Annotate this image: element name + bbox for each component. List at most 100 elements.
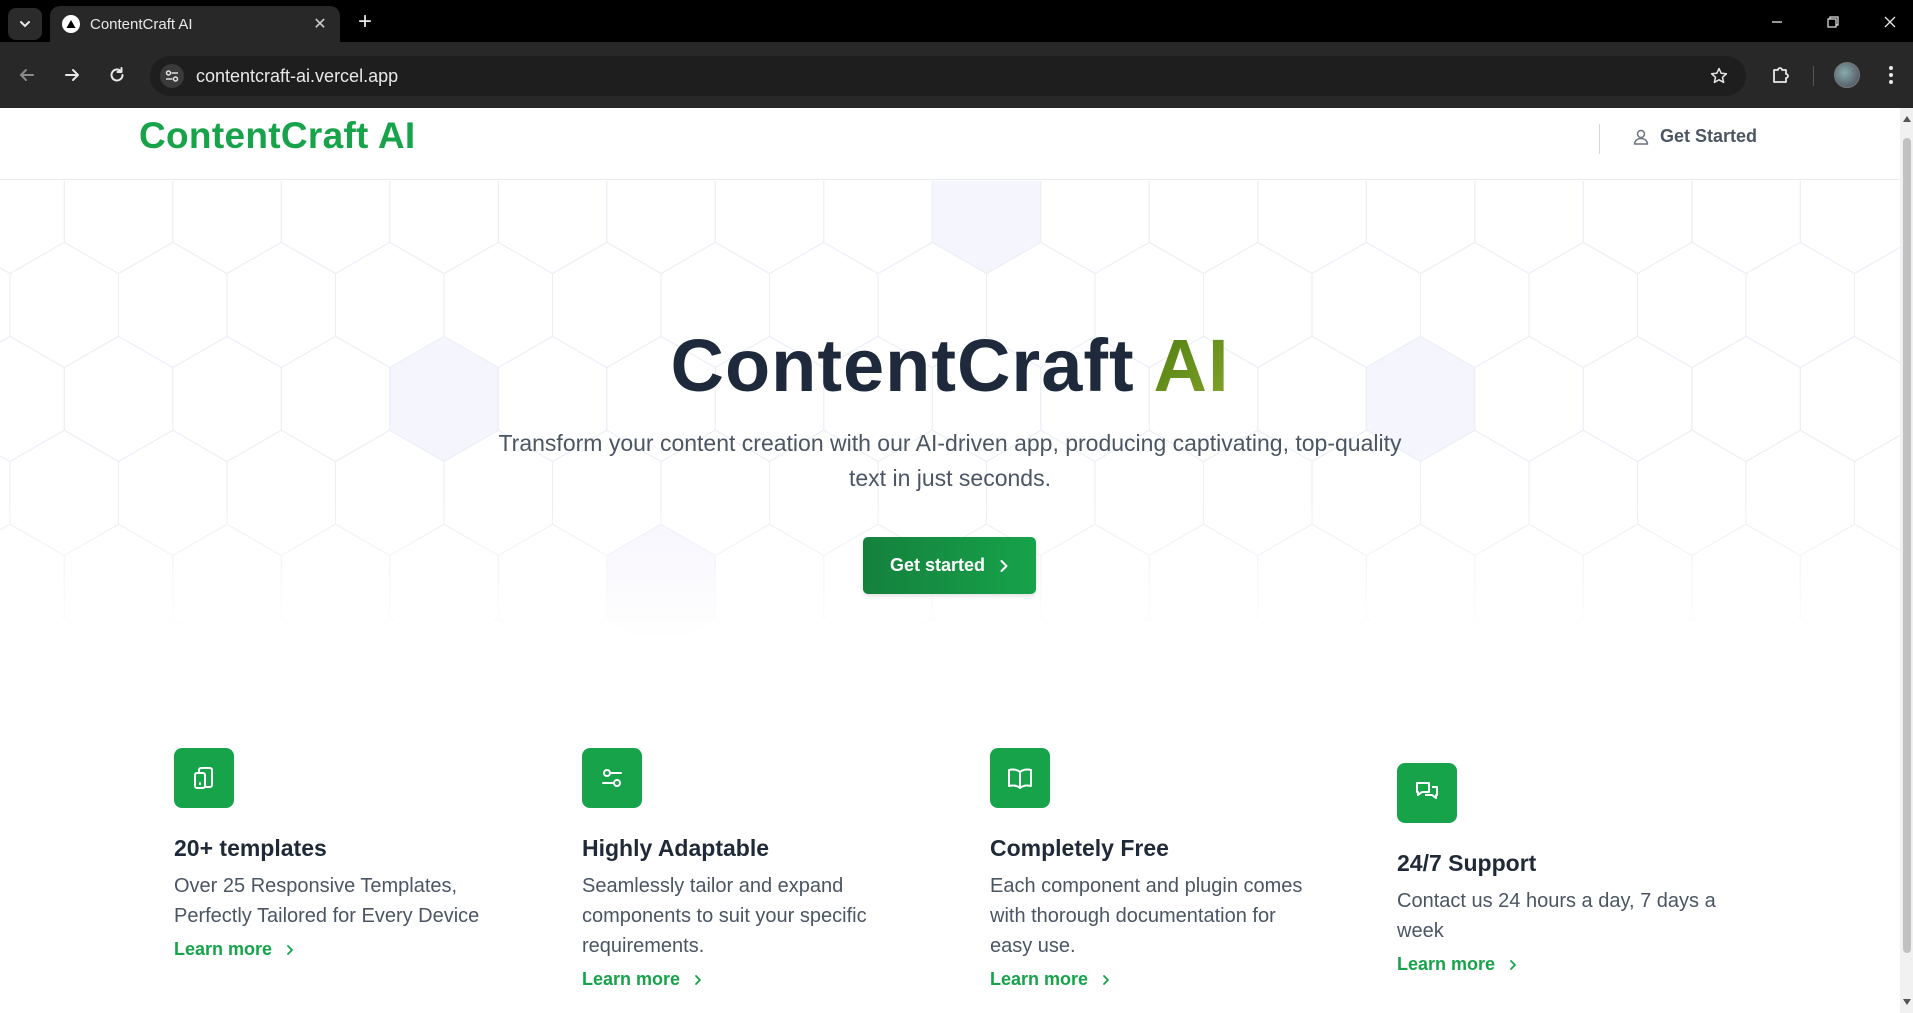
scroll-up-arrow-icon[interactable] bbox=[1903, 116, 1911, 122]
hexagon-cell bbox=[823, 181, 933, 275]
header-divider bbox=[1599, 124, 1600, 154]
tab-search-button[interactable] bbox=[8, 8, 42, 40]
site-logo[interactable]: ContentCraft AI bbox=[139, 115, 416, 157]
get-started-button[interactable]: Get started bbox=[863, 537, 1036, 594]
hexagon-cell bbox=[1257, 181, 1367, 275]
hero-section: ContentCraft AI Transform your content c… bbox=[0, 181, 1900, 641]
scroll-down-arrow-icon[interactable] bbox=[1903, 999, 1911, 1005]
feature-title: 24/7 Support bbox=[1397, 850, 1537, 876]
back-button[interactable] bbox=[12, 60, 42, 90]
feature-support: 24/7 Support Contact us 24 hours a day, … bbox=[1397, 763, 1727, 975]
learn-more-link[interactable]: Learn more bbox=[1397, 954, 1727, 975]
reload-button[interactable] bbox=[102, 60, 132, 90]
hero-title: ContentCraft AI bbox=[0, 323, 1900, 408]
feature-icon-box bbox=[990, 748, 1050, 808]
book-open-icon bbox=[1008, 768, 1032, 789]
new-tab-button[interactable]: + bbox=[352, 10, 378, 36]
profile-avatar[interactable] bbox=[1834, 62, 1860, 88]
restore-button[interactable] bbox=[1818, 10, 1848, 34]
bookmark-star-icon[interactable] bbox=[1706, 63, 1732, 89]
sliders-icon bbox=[602, 769, 622, 787]
scrollbar-thumb[interactable] bbox=[1903, 138, 1911, 953]
feature-icon-box bbox=[174, 748, 234, 808]
close-icon bbox=[1884, 16, 1896, 28]
user-icon bbox=[1633, 129, 1649, 145]
header-get-started-link[interactable]: Get Started bbox=[1632, 126, 1757, 147]
toolbar-separator bbox=[1813, 66, 1814, 86]
minimize-button[interactable] bbox=[1762, 10, 1792, 34]
restore-icon bbox=[1827, 16, 1839, 28]
feature-title: Highly Adaptable bbox=[582, 835, 769, 861]
hexagon-cell bbox=[1582, 181, 1693, 275]
hexagon-cell bbox=[1148, 181, 1259, 275]
browser-tab-strip: ContentCraft AI ✕ + bbox=[0, 0, 1913, 42]
hexagon-cell bbox=[1691, 181, 1801, 275]
close-window-button[interactable] bbox=[1875, 10, 1905, 34]
chevron-right-icon bbox=[287, 944, 293, 955]
hero-subtitle: Transform your content creation with our… bbox=[498, 430, 1402, 491]
page-viewport: ContentCraft AI Get Started ContentCraft… bbox=[0, 108, 1900, 1013]
active-tab[interactable]: ContentCraft AI ✕ bbox=[50, 6, 340, 42]
hexagon-cell bbox=[0, 181, 65, 275]
browser-menu-button[interactable] bbox=[1876, 60, 1906, 90]
hexagon-cell bbox=[280, 181, 391, 275]
feature-description: Over 25 Responsive Templates, Perfectly … bbox=[174, 875, 480, 927]
forward-button[interactable] bbox=[57, 60, 87, 90]
feature-icon-box bbox=[1397, 763, 1457, 823]
feature-templates: 20+ templates Over 25 Responsive Templat… bbox=[174, 748, 504, 960]
arrow-left-icon bbox=[20, 69, 34, 81]
chevron-down-icon bbox=[20, 21, 30, 28]
site-header: ContentCraft AI Get Started bbox=[0, 108, 1900, 180]
tab-close-icon[interactable]: ✕ bbox=[310, 14, 330, 34]
hero-title-main: ContentCraft bbox=[670, 324, 1135, 407]
learn-more-label: Learn more bbox=[1397, 954, 1496, 974]
reload-icon bbox=[110, 67, 124, 82]
more-vertical-icon bbox=[1889, 66, 1893, 84]
chevron-right-icon bbox=[1000, 559, 1008, 572]
hexagon-cell bbox=[389, 181, 499, 275]
hexagon-cell bbox=[606, 181, 716, 275]
learn-more-label: Learn more bbox=[582, 969, 681, 989]
feature-description: Contact us 24 hours a day, 7 days a week bbox=[1397, 890, 1716, 942]
learn-more-label: Learn more bbox=[990, 969, 1089, 989]
hexagon-cell bbox=[714, 181, 825, 275]
chevron-right-icon bbox=[1103, 974, 1109, 985]
hero-title-accent: AI bbox=[1153, 324, 1230, 407]
site-settings-icon[interactable] bbox=[160, 64, 184, 88]
feature-adaptable: Highly Adaptable Seamlessly tailor and e… bbox=[582, 748, 912, 990]
feature-icon-box bbox=[582, 748, 642, 808]
hexagon-cell bbox=[1040, 181, 1150, 275]
learn-more-link[interactable]: Learn more bbox=[174, 939, 504, 960]
address-bar[interactable]: contentcraft-ai.vercel.app bbox=[150, 56, 1746, 96]
extensions-button[interactable] bbox=[1766, 60, 1796, 90]
hexagon-cell bbox=[63, 181, 174, 275]
feature-title: Completely Free bbox=[990, 835, 1169, 861]
tab-title: ContentCraft AI bbox=[90, 15, 193, 33]
hexagon-cell bbox=[1365, 181, 1476, 275]
chevron-right-icon bbox=[695, 974, 701, 985]
feature-title: 20+ templates bbox=[174, 835, 327, 861]
arrow-right-icon bbox=[65, 69, 79, 81]
hexagon-cell bbox=[172, 181, 282, 275]
vercel-favicon-icon bbox=[62, 15, 80, 33]
browser-toolbar: contentcraft-ai.vercel.app bbox=[0, 42, 1913, 108]
hexagon-cell bbox=[1799, 181, 1900, 275]
minimize-icon bbox=[1772, 21, 1782, 23]
page-scrollbar[interactable] bbox=[1900, 108, 1913, 1013]
url-text[interactable]: contentcraft-ai.vercel.app bbox=[196, 66, 398, 87]
hexagon-cell bbox=[931, 181, 1042, 275]
learn-more-link[interactable]: Learn more bbox=[990, 969, 1320, 990]
get-started-button-label: Get started bbox=[889, 555, 986, 575]
learn-more-label: Learn more bbox=[174, 939, 273, 959]
hexagon-cell bbox=[497, 181, 608, 275]
feature-description: Seamlessly tailor and expand components … bbox=[582, 875, 867, 957]
puzzle-icon bbox=[1773, 67, 1789, 83]
chat-bubbles-icon bbox=[1416, 782, 1438, 799]
feature-free: Completely Free Each component and plugi… bbox=[990, 748, 1320, 990]
hexagon-cell bbox=[1474, 181, 1584, 275]
tablet-icon bbox=[194, 767, 213, 789]
header-cta-label: Get Started bbox=[1660, 126, 1758, 146]
learn-more-link[interactable]: Learn more bbox=[582, 969, 912, 990]
feature-description: Each component and plugin comes with tho… bbox=[990, 875, 1303, 957]
chevron-right-icon bbox=[1510, 959, 1516, 970]
